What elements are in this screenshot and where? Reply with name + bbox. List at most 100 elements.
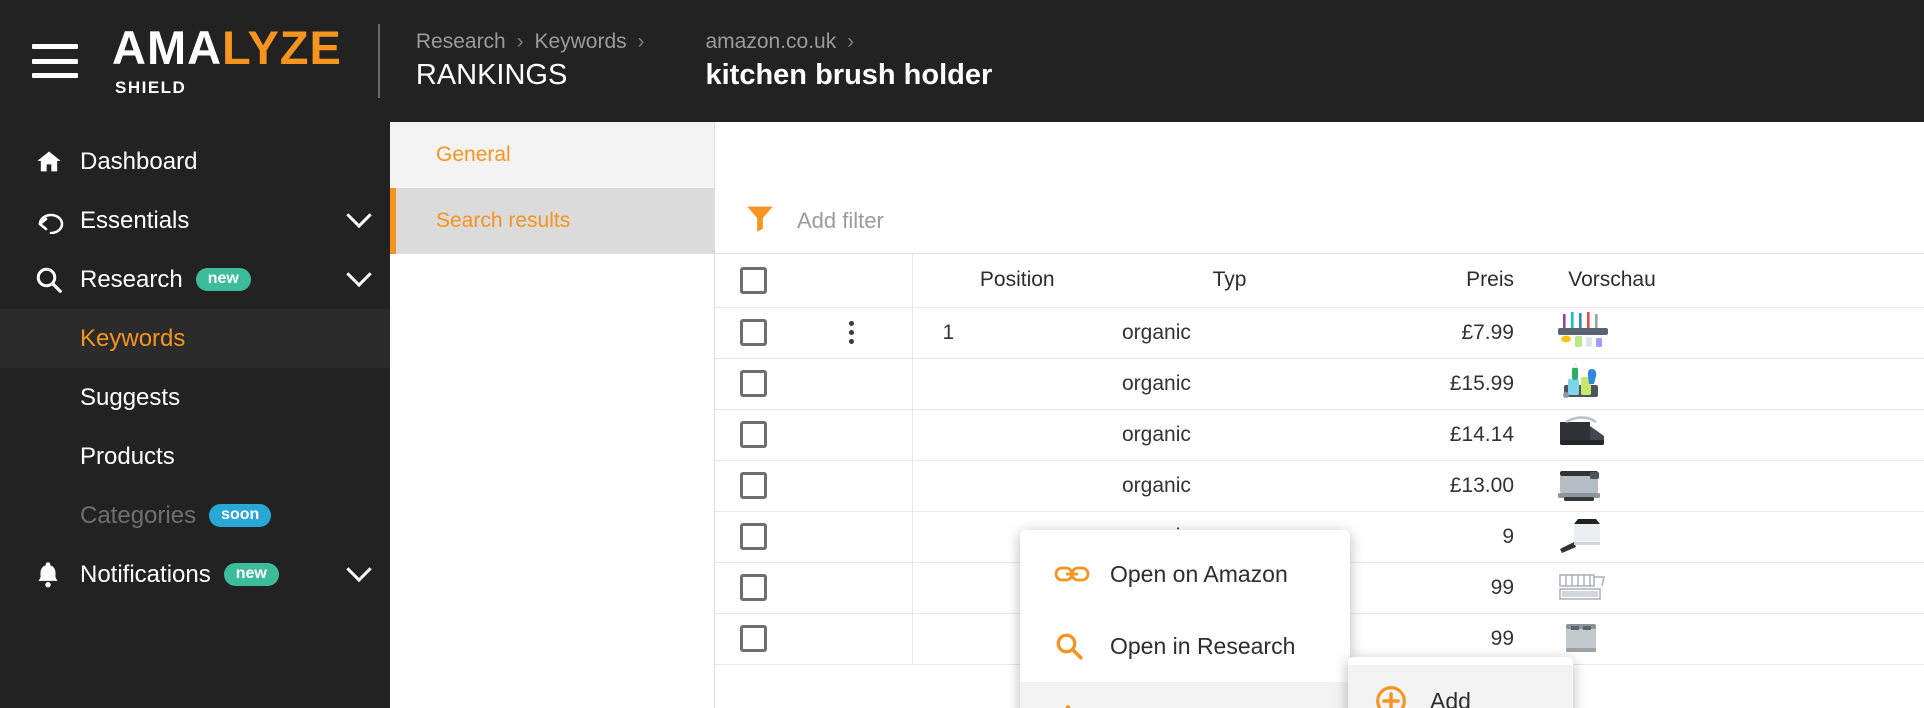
cell-preis: 9: [1337, 511, 1532, 563]
sidebar-item-label: Research: [80, 265, 183, 293]
chevron-down-icon[interactable]: [346, 261, 372, 287]
sidebar-item-label: Notifications: [80, 560, 211, 588]
cell-position: [912, 460, 1122, 512]
row-checkbox[interactable]: [740, 472, 767, 499]
cell-typ: organic: [1122, 358, 1337, 410]
submenu-label: Add: [1430, 687, 1471, 708]
plus-circle-icon: [1374, 684, 1430, 708]
context-menu-item-open-on-amazon[interactable]: Open on Amazon: [1020, 538, 1350, 610]
sidebar-item-suggests[interactable]: Suggests: [0, 368, 390, 427]
filter-bar[interactable]: Add filter: [715, 188, 1924, 254]
row-context-menu: Open on Amazon Open in Research: [1020, 530, 1350, 708]
logo-subtitle: SHIELD: [115, 78, 187, 97]
bell-icon: [34, 560, 74, 590]
cell-preis: £13.00: [1337, 460, 1532, 512]
rotate-arrow-icon: [34, 208, 74, 234]
breadcrumb-research[interactable]: Research: [416, 30, 506, 53]
cell-typ: organic: [1122, 460, 1337, 512]
badge-new: new: [223, 563, 279, 586]
row-checkbox[interactable]: [740, 421, 767, 448]
breadcrumb-keyword: amazon.co.uk › kitchen brush holder: [705, 30, 992, 92]
logo-text-primary: AMA: [112, 21, 223, 74]
link-icon: [1054, 562, 1110, 586]
tab-label: General: [436, 143, 511, 166]
product-thumbnail[interactable]: [1552, 410, 1614, 454]
breadcrumb-marketplace[interactable]: amazon.co.uk: [705, 30, 836, 53]
breadcrumb-separator-icon: ›: [847, 29, 855, 53]
sidebar-item-dashboard[interactable]: Dashboard: [0, 132, 390, 191]
sidebar-subitem-label: Keywords: [80, 324, 186, 352]
breadcrumb-rankings: Research › Keywords › RANKINGS: [416, 30, 650, 92]
sidebar-subitem-label: Categories: [80, 501, 197, 529]
product-thumbnail[interactable]: [1552, 461, 1614, 505]
bell-icon: [1054, 703, 1110, 708]
column-header-preis[interactable]: Preis: [1337, 254, 1532, 308]
sidebar-item-products[interactable]: Products: [0, 427, 390, 486]
product-thumbnail[interactable]: [1552, 308, 1614, 352]
column-header-typ[interactable]: Typ: [1122, 254, 1337, 308]
cell-position: [912, 409, 1122, 461]
breadcrumb-separator-icon: ›: [516, 29, 524, 53]
tab-search-results[interactable]: Search results: [390, 188, 714, 254]
context-menu-label: Open in Research: [1110, 632, 1296, 659]
sidebar-navigation: Dashboard Essentials Research new Keywor…: [0, 122, 390, 708]
body-container: Dashboard Essentials Research new Keywor…: [0, 122, 1924, 708]
table-header-row: Position Typ Preis Vorschau: [715, 254, 1924, 308]
funnel-icon: [743, 201, 777, 240]
column-header-vorschau[interactable]: Vorschau: [1532, 254, 1692, 308]
cell-position: [912, 358, 1122, 410]
chevron-down-icon[interactable]: [346, 202, 372, 228]
tab-general[interactable]: General: [390, 122, 714, 188]
table-row[interactable]: organic £13.00: [715, 460, 1924, 512]
product-thumbnail[interactable]: [1552, 359, 1614, 403]
row-checkbox[interactable]: [740, 319, 767, 346]
context-menu-label: Open on Amazon: [1110, 560, 1288, 587]
cell-preis: £7.99: [1337, 307, 1532, 359]
hamburger-menu-icon[interactable]: [32, 44, 78, 78]
table-row[interactable]: organic £14.14: [715, 409, 1924, 461]
cell-position: 1: [912, 307, 1122, 359]
chevron-down-icon[interactable]: [346, 556, 372, 582]
context-menu-item-open-in-research[interactable]: Open in Research: [1020, 610, 1350, 682]
breadcrumb-separator-icon: ›: [637, 29, 645, 53]
column-header-spacer: [1692, 254, 1924, 308]
add-filter-placeholder: Add filter: [797, 207, 884, 233]
context-menu-label: Notifications: [1110, 705, 1235, 708]
sidebar-item-essentials[interactable]: Essentials: [0, 191, 390, 250]
page-title: RANKINGS: [415, 59, 568, 92]
product-thumbnail[interactable]: [1552, 512, 1614, 556]
sidebar-item-notifications[interactable]: Notifications new: [0, 545, 390, 604]
tab-label: Search results: [436, 209, 571, 232]
cell-typ: organic: [1122, 409, 1337, 461]
logo-text-accent: LYZE: [222, 21, 342, 74]
sidebar-item-label: Dashboard: [80, 147, 198, 175]
breadcrumb-keywords[interactable]: Keywords: [534, 30, 626, 53]
select-all-header: [715, 254, 792, 308]
sidebar-item-label: Essentials: [80, 206, 190, 234]
row-checkbox[interactable]: [740, 370, 767, 397]
table-row[interactable]: organic £15.99: [715, 358, 1924, 410]
product-thumbnail[interactable]: [1552, 563, 1614, 607]
sidebar-item-keywords[interactable]: Keywords: [0, 309, 390, 368]
row-checkbox[interactable]: [740, 523, 767, 550]
sidebar-item-categories: Categories soon: [0, 486, 390, 545]
row-checkbox[interactable]: [740, 625, 767, 652]
cell-preis: 99: [1337, 562, 1532, 614]
amalyze-logo[interactable]: AMALYZE SHIELD: [112, 24, 342, 98]
submenu-item-add[interactable]: Add: [1348, 665, 1573, 708]
sidebar-subitem-label: Suggests: [80, 383, 181, 411]
application-window: AMALYZE SHIELD Research › Keywords › RAN…: [0, 0, 1924, 708]
table-row[interactable]: 1 organic £7.99: [715, 307, 1924, 359]
product-thumbnail[interactable]: [1552, 614, 1614, 658]
header-divider: [377, 24, 380, 98]
sidebar-item-research[interactable]: Research new: [0, 250, 390, 309]
badge-new: new: [195, 268, 251, 291]
row-checkbox[interactable]: [740, 574, 767, 601]
column-header-position[interactable]: Position: [912, 254, 1122, 308]
row-actions-menu-icon[interactable]: [849, 321, 855, 345]
home-icon: [34, 148, 74, 176]
sidebar-subitem-label: Products: [80, 442, 175, 470]
actions-header: [792, 254, 913, 308]
select-all-checkbox[interactable]: [740, 266, 767, 294]
context-menu-item-notifications[interactable]: Notifications: [1020, 682, 1350, 708]
